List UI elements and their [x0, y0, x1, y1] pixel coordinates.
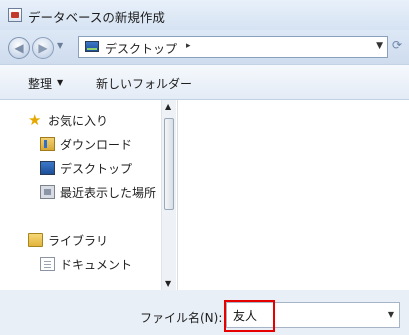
file-list[interactable] [177, 100, 409, 290]
database-app-icon [8, 8, 22, 22]
filename-input[interactable] [233, 308, 373, 322]
filename-field[interactable]: ▼ [226, 302, 400, 328]
address-bar[interactable]: デスクトップ ▸ ▼ [78, 36, 388, 58]
nav-item-label: ダウンロード [60, 138, 133, 152]
star-icon: ★ [28, 111, 42, 129]
history-dropdown-icon[interactable]: ▼ [57, 41, 63, 50]
library-icon [28, 233, 43, 247]
filename-dropdown-icon[interactable]: ▼ [388, 310, 394, 319]
title-bar: データベースの新規作成 [0, 0, 409, 30]
desktop-icon [40, 161, 55, 175]
command-toolbar: 整理 ▼ 新しいフォルダー [0, 64, 409, 100]
forward-arrow-icon: ▶ [38, 41, 48, 55]
nav-item-label: 最近表示した場所 [60, 186, 157, 200]
address-location[interactable]: デスクトップ [105, 40, 177, 57]
nav-item-label: デスクトップ [60, 162, 133, 176]
scroll-down-icon[interactable]: ▼ [165, 279, 171, 288]
organize-dropdown-icon[interactable]: ▼ [57, 78, 63, 87]
recent-places-icon [40, 185, 55, 199]
document-icon [40, 257, 55, 271]
scroll-up-icon[interactable]: ▲ [165, 102, 171, 111]
window-title: データベースの新規作成 [28, 10, 165, 25]
filename-label: ファイル名(N): [140, 311, 223, 325]
refresh-icon[interactable]: ⟳ [392, 38, 402, 52]
new-folder-button[interactable]: 新しいフォルダー [96, 75, 192, 92]
nav-item-label: ドキュメント [60, 258, 133, 272]
download-folder-icon [40, 137, 55, 151]
navigation-scrollbar[interactable]: ▲ ▼ [161, 100, 176, 290]
forward-button[interactable]: ▶ [32, 37, 54, 59]
breadcrumb-arrow-icon[interactable]: ▸ [186, 41, 191, 51]
desktop-icon [85, 41, 99, 52]
navigation-pane: ★ お気に入り ダウンロード デスクトップ 最近表示した場所 ライブラリ ドキュ… [0, 100, 177, 290]
organize-button[interactable]: 整理 [28, 75, 52, 92]
back-button[interactable]: ◀ [8, 37, 30, 59]
scrollbar-thumb[interactable] [164, 118, 174, 210]
nav-libraries-label: ライブラリ [48, 234, 109, 248]
address-dropdown-icon[interactable]: ▼ [376, 41, 383, 51]
nav-favorites-label: お気に入り [48, 114, 109, 128]
back-arrow-icon: ◀ [14, 41, 24, 55]
